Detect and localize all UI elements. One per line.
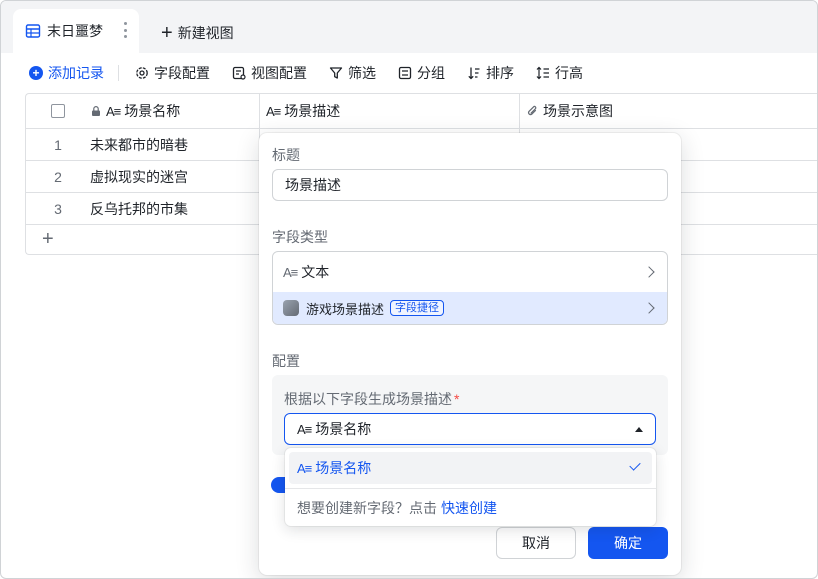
caret-up-icon — [635, 427, 643, 432]
column-header-label: 场景示意图 — [543, 103, 613, 119]
chevron-right-icon — [643, 302, 655, 314]
attachment-icon — [528, 105, 537, 115]
field-type-text-label: 文本 — [301, 264, 330, 280]
row-height-icon — [536, 66, 549, 80]
tab-label: 末日噩梦 — [47, 23, 103, 39]
more-icon[interactable] — [123, 22, 127, 38]
view-config-label: 视图配置 — [251, 65, 307, 81]
sort-label: 排序 — [486, 65, 514, 81]
dropdown-option[interactable]: A≡ 场景名称 — [289, 452, 652, 484]
field-type-selector: A≡ 文本 游戏场景描述 字段捷径 — [272, 251, 668, 325]
cancel-button[interactable]: 取消 — [496, 527, 576, 559]
dropdown-footer: 想要创建新字段？点击 快速创建 — [297, 498, 497, 518]
source-field-label: 根据以下字段生成场景描述 * — [284, 389, 459, 409]
column-header-label: 场景描述 — [284, 103, 341, 119]
group-button[interactable]: 分组 — [398, 63, 445, 83]
group-label: 分组 — [417, 65, 445, 81]
field-type-text-option[interactable]: A≡ 文本 — [273, 252, 667, 292]
sort-button[interactable]: 排序 — [467, 63, 514, 83]
text-field-icon: A≡ — [106, 103, 121, 119]
row-height-button[interactable]: 行高 — [536, 63, 583, 83]
row-number: 3 — [54, 200, 62, 217]
quick-create-link[interactable]: 快速创建 — [441, 500, 497, 516]
required-mark: * — [454, 391, 460, 407]
column-header-description[interactable]: A≡ 场景描述 — [260, 94, 520, 128]
field-type-shortcut-label: 游戏场景描述 — [306, 301, 385, 317]
source-field-select[interactable]: A≡ 场景名称 — [284, 413, 656, 445]
field-config-button[interactable]: 字段配置 — [135, 63, 210, 83]
column-header-label: 场景名称 — [124, 103, 181, 119]
confirm-button[interactable]: 确定 — [588, 527, 668, 559]
select-all-checkbox[interactable] — [51, 104, 65, 118]
tab-current-view[interactable]: 末日噩梦 — [13, 9, 139, 53]
source-field-dropdown: A≡ 场景名称 想要创建新字段？点击 快速创建 — [285, 448, 656, 526]
new-view-button[interactable]: + 新建视图 — [161, 23, 234, 43]
lock-icon — [92, 106, 100, 116]
view-toolbar: + 添加记录 字段配置 视图配置 筛选 分组 排序 行高 — [1, 53, 817, 93]
check-icon — [629, 459, 641, 471]
source-field-label-text: 根据以下字段生成场景描述 — [284, 391, 452, 407]
cell-scene-name[interactable]: 虚拟现实的迷宫 — [90, 161, 260, 192]
shortcut-badge: 字段捷径 — [390, 300, 445, 316]
config-panel: 根据以下字段生成场景描述 * A≡ 场景名称 — [272, 375, 668, 455]
dropdown-divider — [285, 488, 656, 489]
field-title-input[interactable]: 场景描述 — [272, 169, 668, 201]
cell-scene-name[interactable]: 未来都市的暗巷 — [90, 129, 260, 160]
cell-scene-name[interactable]: 反乌托邦的市集 — [90, 193, 260, 224]
config-section-label: 配置 — [272, 353, 300, 369]
field-config-label: 字段配置 — [154, 65, 210, 81]
chevron-right-icon — [643, 266, 655, 278]
dropdown-option-label: 场景名称 — [315, 460, 372, 476]
table-icon — [25, 24, 41, 38]
grid-header-row: A≡ 场景名称 A≡ 场景描述 场景示意图 — [26, 94, 817, 129]
title-section-label: 标题 — [272, 147, 300, 163]
add-circle-icon: + — [29, 66, 43, 80]
add-row-button[interactable]: + — [42, 226, 54, 252]
field-type-shortcut-option[interactable]: 游戏场景描述 字段捷径 — [273, 292, 667, 324]
add-record-button[interactable]: + 添加记录 — [29, 63, 104, 83]
create-field-hint: 想要创建新字段？点击 — [297, 500, 437, 516]
toolbar-divider — [118, 65, 119, 81]
group-icon — [398, 66, 412, 80]
filter-button[interactable]: 筛选 — [329, 63, 376, 83]
filter-icon — [329, 67, 343, 79]
sort-icon — [468, 67, 480, 80]
text-field-icon: A≡ — [266, 103, 281, 119]
new-view-label: 新建视图 — [177, 25, 234, 41]
view-settings-icon — [232, 66, 246, 80]
app-icon — [283, 300, 299, 316]
field-title-value: 场景描述 — [285, 177, 341, 193]
row-number: 2 — [54, 168, 62, 185]
column-header-name[interactable]: A≡ 场景名称 — [90, 94, 260, 128]
row-height-label: 行高 — [555, 65, 583, 81]
text-field-icon: A≡ — [297, 460, 312, 476]
view-config-button[interactable]: 视图配置 — [232, 63, 307, 83]
app-window: 末日噩梦 + 新建视图 + 添加记录 字段配置 视图配置 筛选 分组 排序 行高… — [0, 0, 818, 579]
field-type-section-label: 字段类型 — [272, 229, 328, 245]
text-field-icon: A≡ — [297, 421, 312, 437]
gear-icon — [136, 67, 148, 79]
select-all-cell[interactable] — [26, 94, 90, 128]
view-tab-bar: 末日噩梦 + 新建视图 — [1, 1, 817, 53]
text-field-icon: A≡ — [283, 264, 298, 280]
row-number: 1 — [54, 136, 62, 153]
filter-label: 筛选 — [348, 65, 376, 81]
add-record-label: 添加记录 — [48, 65, 104, 81]
column-header-image[interactable]: 场景示意图 — [520, 94, 817, 128]
plus-icon: + — [161, 22, 173, 44]
source-field-value: 场景名称 — [315, 421, 372, 437]
